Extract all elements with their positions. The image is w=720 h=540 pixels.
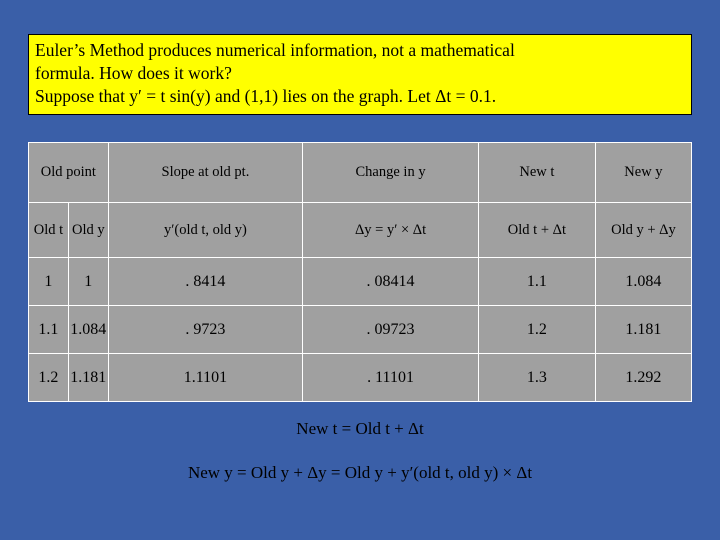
euler-table-wrapper: Old point Slope at old pt. Change in y N…	[28, 142, 693, 402]
cell-new-t: 1.3	[477, 353, 596, 402]
footer-formula-new-t: New t = Old t + Δt	[296, 419, 424, 438]
subheader-old-t: Old t	[28, 202, 69, 258]
table-header-row: Old point Slope at old pt. Change in y N…	[28, 142, 693, 203]
slide: Euler’s Method produces numerical inform…	[0, 0, 720, 540]
cell-new-t: 1.1	[477, 257, 596, 306]
euler-method-table: Old point Slope at old pt. Change in y N…	[28, 142, 693, 402]
intro-callout: Euler’s Method produces numerical inform…	[28, 34, 692, 115]
cell-slope: . 8414	[107, 257, 304, 306]
cell-old-t: 1.2	[28, 353, 69, 402]
header-new-y: New y	[594, 142, 693, 203]
table-row: 1.2 1.181 1.1101 . 11101 1.3 1.292	[28, 353, 693, 402]
cell-old-y: 1	[67, 257, 109, 306]
cell-new-y: 1.292	[594, 353, 693, 402]
intro-line-1: Euler’s Method produces numerical inform…	[35, 40, 515, 60]
header-change-in-y: Change in y	[302, 142, 479, 203]
cell-new-y: 1.084	[594, 257, 693, 306]
cell-slope: 1.1101	[107, 353, 304, 402]
cell-old-y: 1.084	[67, 305, 109, 354]
cell-old-y: 1.181	[67, 353, 109, 402]
table-row: 1.1 1.084 . 9723 . 09723 1.2 1.181	[28, 305, 693, 354]
subheader-slope-formula: y′(old t, old y)	[107, 202, 304, 258]
header-slope: Slope at old pt.	[107, 142, 304, 203]
subheader-new-y-formula: Old y + Δy	[594, 202, 693, 258]
intro-line-3: Suppose that y′ = t sin(y) and (1,1) lie…	[35, 85, 497, 106]
cell-new-y: 1.181	[594, 305, 693, 354]
cell-change: . 09723	[302, 305, 479, 354]
subheader-new-t-formula: Old t + Δt	[477, 202, 596, 258]
subheader-change-formula: Δy = y′ × Δt	[302, 202, 479, 258]
cell-change: . 11101	[302, 353, 479, 402]
cell-change: . 08414	[302, 257, 479, 306]
cell-new-t: 1.2	[477, 305, 596, 354]
table-row: 1 1 . 8414 . 08414 1.1 1.084	[28, 257, 693, 306]
intro-line-2: formula. How does it work?	[35, 62, 232, 83]
cell-old-t: 1.1	[28, 305, 69, 354]
table-subheader-row: Old t Old y y′(old t, old y) Δy = y′ × Δ…	[28, 202, 693, 258]
footer-formula-new-y: New y = Old y + Δy = Old y + y′(old t, o…	[187, 463, 533, 482]
cell-slope: . 9723	[107, 305, 304, 354]
header-old-point: Old point	[28, 142, 109, 203]
cell-old-t: 1	[28, 257, 69, 306]
header-new-t: New t	[477, 142, 596, 203]
subheader-old-y: Old y	[67, 202, 109, 258]
